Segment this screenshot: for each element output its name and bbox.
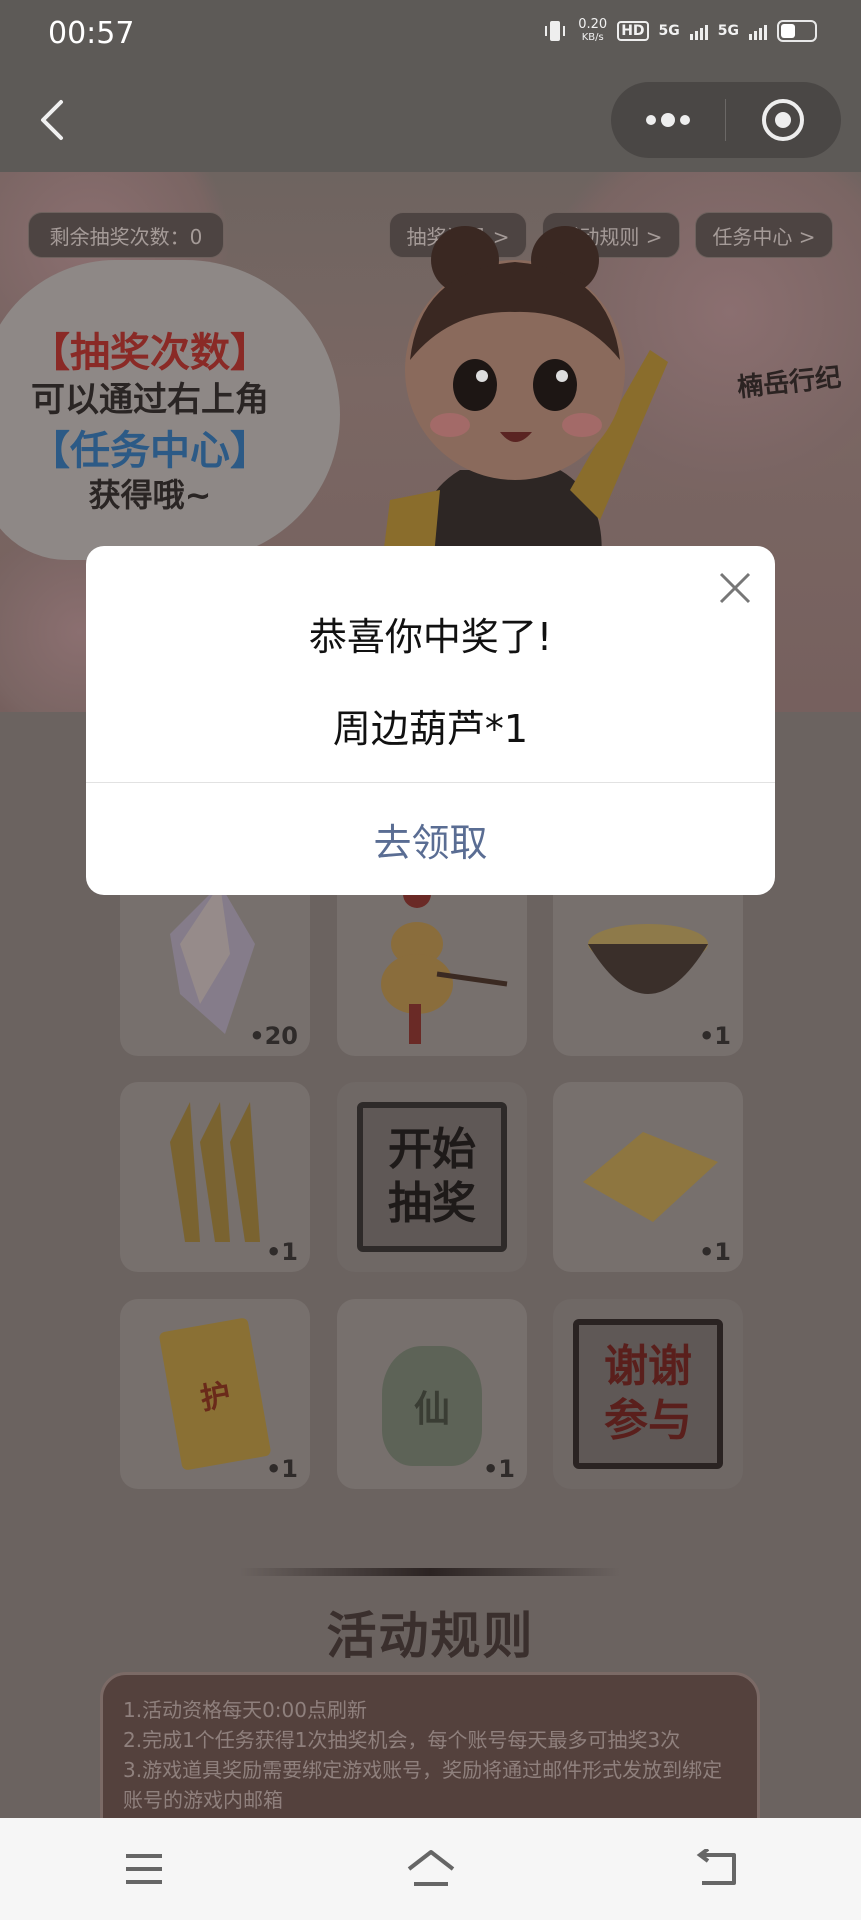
system-nav-bar: [0, 1818, 861, 1920]
dialog-title: 恭喜你中奖了!: [308, 615, 553, 659]
amulet-icon: 护: [197, 1377, 234, 1418]
hd-badge: HD: [617, 21, 649, 41]
back-button[interactable]: [24, 92, 80, 148]
signal-icon-1: [689, 22, 708, 40]
status-time: 00:57: [48, 16, 135, 51]
prize-cell-talisman: •1: [120, 1082, 310, 1272]
gold-paper-icon: [583, 1132, 718, 1222]
hint-bubble: 【抽奖次数】 可以通过右上角 【任务中心】 获得哦~: [0, 260, 340, 560]
home-button[interactable]: [381, 1829, 481, 1909]
more-button[interactable]: [611, 82, 725, 158]
claim-button[interactable]: 去领取: [86, 783, 775, 895]
net-speed: 0.20 KB/s: [578, 17, 608, 43]
exit-button[interactable]: [726, 82, 840, 158]
rules-title: 活动规则: [326, 1606, 535, 1665]
prize-cell-thanks: 谢谢 参与: [553, 1299, 743, 1489]
thanks-tile: 谢谢 参与: [573, 1319, 723, 1469]
win-dialog: 恭喜你中奖了! 周边葫芦*1 去领取: [86, 546, 775, 895]
vibrate-icon: [545, 21, 566, 41]
rule-line-3: 3.游戏道具奖励需要绑定游戏账号，奖励将通过邮件形式发放到绑定账号的游戏内邮箱: [123, 1758, 723, 1812]
more-dots-icon: [646, 113, 690, 127]
rules-title-ornament: [240, 1568, 620, 1576]
top-bar: [0, 70, 861, 172]
status-icons: 0.20 KB/s HD 5G 5G: [542, 18, 817, 44]
menu-button[interactable]: [94, 1829, 194, 1909]
bowl-icon: [588, 924, 708, 994]
prize-cell-amulet: 护 •1: [120, 1299, 310, 1489]
crystal-icon: [170, 884, 255, 1034]
task-center-link[interactable]: 任务中心 >: [695, 212, 833, 258]
return-icon: [696, 1849, 736, 1885]
rule-line-1: 1.活动资格每天0:00点刷新: [123, 1698, 367, 1722]
prize-cell-gold-paper: •1: [553, 1082, 743, 1272]
start-draw-button[interactable]: 开始 抽奖: [337, 1082, 527, 1272]
return-button[interactable]: [668, 1829, 768, 1909]
prize-cell-jade-pendant: 仙 •1: [337, 1299, 527, 1489]
gourd-charm-icon: [381, 880, 508, 1044]
network-5g-1: 5G: [658, 23, 680, 39]
battery-icon: [777, 20, 817, 42]
status-bar: 00:57 0.20 KB/s HD 5G 5G: [0, 0, 861, 70]
dialog-prize-text: 周边葫芦*1: [332, 707, 529, 751]
jade-pendant-icon: 仙: [413, 1389, 450, 1430]
rule-line-2: 2.完成1个任务获得1次抽奖机会，每个账号每天最多可抽奖3次: [123, 1728, 681, 1752]
home-icon: [407, 1850, 454, 1886]
chevron-left-icon: [41, 100, 63, 140]
signal-icon-2: [749, 22, 767, 40]
network-5g-2: 5G: [717, 23, 739, 39]
remaining-draws-badge: 剩余抽奖次数：0: [28, 212, 224, 258]
target-circle-icon: [762, 99, 804, 141]
close-icon: [719, 572, 751, 604]
mini-program-capsule: [611, 82, 841, 158]
menu-icon: [125, 1854, 162, 1884]
start-draw-tile: 开始 抽奖: [357, 1102, 507, 1252]
talisman-swords-icon: [170, 1102, 260, 1242]
